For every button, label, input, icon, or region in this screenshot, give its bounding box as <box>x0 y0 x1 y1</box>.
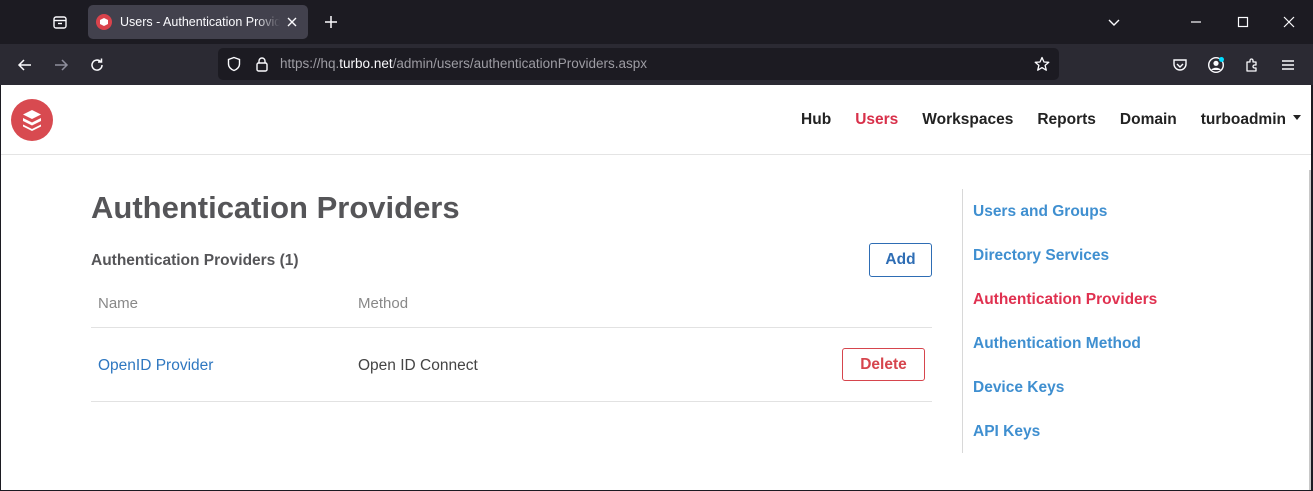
user-menu-label: turboadmin <box>1200 111 1286 128</box>
page-scrollbar[interactable] <box>1309 170 1311 490</box>
hamburger-menu-icon[interactable] <box>1273 50 1303 80</box>
user-menu[interactable]: turboadmin <box>1201 111 1301 129</box>
provider-name-link[interactable]: OpenID Provider <box>98 357 213 375</box>
column-header-name: Name <box>98 295 139 312</box>
lock-icon[interactable] <box>253 55 271 73</box>
puzzle-icon[interactable] <box>1237 50 1267 80</box>
delete-button[interactable]: Delete <box>842 348 925 381</box>
plus-icon[interactable] <box>318 9 344 35</box>
section-title: Authentication Providers (1) <box>91 252 299 269</box>
top-navigation: Hub Users Workspaces Reports Domain turb… <box>777 111 1301 129</box>
tab-title: Users - Authentication Providers <box>120 15 280 29</box>
account-icon[interactable] <box>1201 50 1231 80</box>
url-bar[interactable]: https://hq.turbo.net/admin/users/authent… <box>218 48 1059 80</box>
pocket-icon[interactable] <box>1165 50 1195 80</box>
caret-down-icon <box>1293 115 1301 121</box>
nav-users[interactable]: Users <box>855 111 898 129</box>
shield-icon[interactable] <box>225 55 243 73</box>
back-arrow-icon[interactable] <box>10 50 40 80</box>
sidebar-item-api-keys[interactable]: API Keys <box>973 423 1040 441</box>
forward-arrow-icon[interactable] <box>46 50 76 80</box>
sidebar-item-users-and-groups[interactable]: Users and Groups <box>973 203 1107 221</box>
minimize-icon[interactable] <box>1182 8 1210 36</box>
sidebar-separator <box>962 189 963 453</box>
url-domain: turbo.net <box>339 56 393 71</box>
sidebar-item-device-keys[interactable]: Device Keys <box>973 379 1064 397</box>
site-header: Hub Users Workspaces Reports Domain turb… <box>1 85 1311 155</box>
page-title: Authentication Providers <box>91 190 460 225</box>
nav-reports[interactable]: Reports <box>1037 111 1096 129</box>
url-path: /admin/users/authenticationProviders.asp… <box>392 56 647 71</box>
provider-method: Open ID Connect <box>358 357 478 374</box>
nav-domain[interactable]: Domain <box>1120 111 1177 129</box>
reload-icon[interactable] <box>82 50 112 80</box>
sidebar-item-authentication-providers[interactable]: Authentication Providers <box>973 291 1157 309</box>
nav-workspaces[interactable]: Workspaces <box>922 111 1013 129</box>
window-close-icon[interactable] <box>1275 8 1303 36</box>
browser-tab-active[interactable]: Users - Authentication Providers <box>88 5 308 39</box>
turbo-favicon-icon <box>96 14 112 30</box>
nav-hub[interactable]: Hub <box>801 111 831 129</box>
table-divider-top <box>91 327 932 328</box>
url-prefix: https://hq. <box>280 56 340 71</box>
add-button[interactable]: Add <box>869 243 932 277</box>
turbo-logo-icon[interactable] <box>11 99 53 141</box>
tab-list-icon[interactable] <box>44 7 76 37</box>
chevron-down-icon[interactable] <box>1100 8 1128 36</box>
url-text[interactable]: https://hq.turbo.net/admin/users/authent… <box>280 56 647 71</box>
column-header-method: Method <box>358 295 409 312</box>
browser-tab-bar: Users - Authentication Providers <box>0 0 1313 44</box>
browser-nav-bar: https://hq.turbo.net/admin/users/authent… <box>0 44 1313 85</box>
maximize-icon[interactable] <box>1229 8 1257 36</box>
web-page: Hub Users Workspaces Reports Domain turb… <box>1 85 1311 490</box>
table-divider-bottom <box>91 401 932 402</box>
sidebar-item-directory-services[interactable]: Directory Services <box>973 247 1109 265</box>
sidebar-item-authentication-method[interactable]: Authentication Method <box>973 335 1141 353</box>
close-icon[interactable] <box>284 14 300 30</box>
star-icon[interactable] <box>1033 55 1051 73</box>
